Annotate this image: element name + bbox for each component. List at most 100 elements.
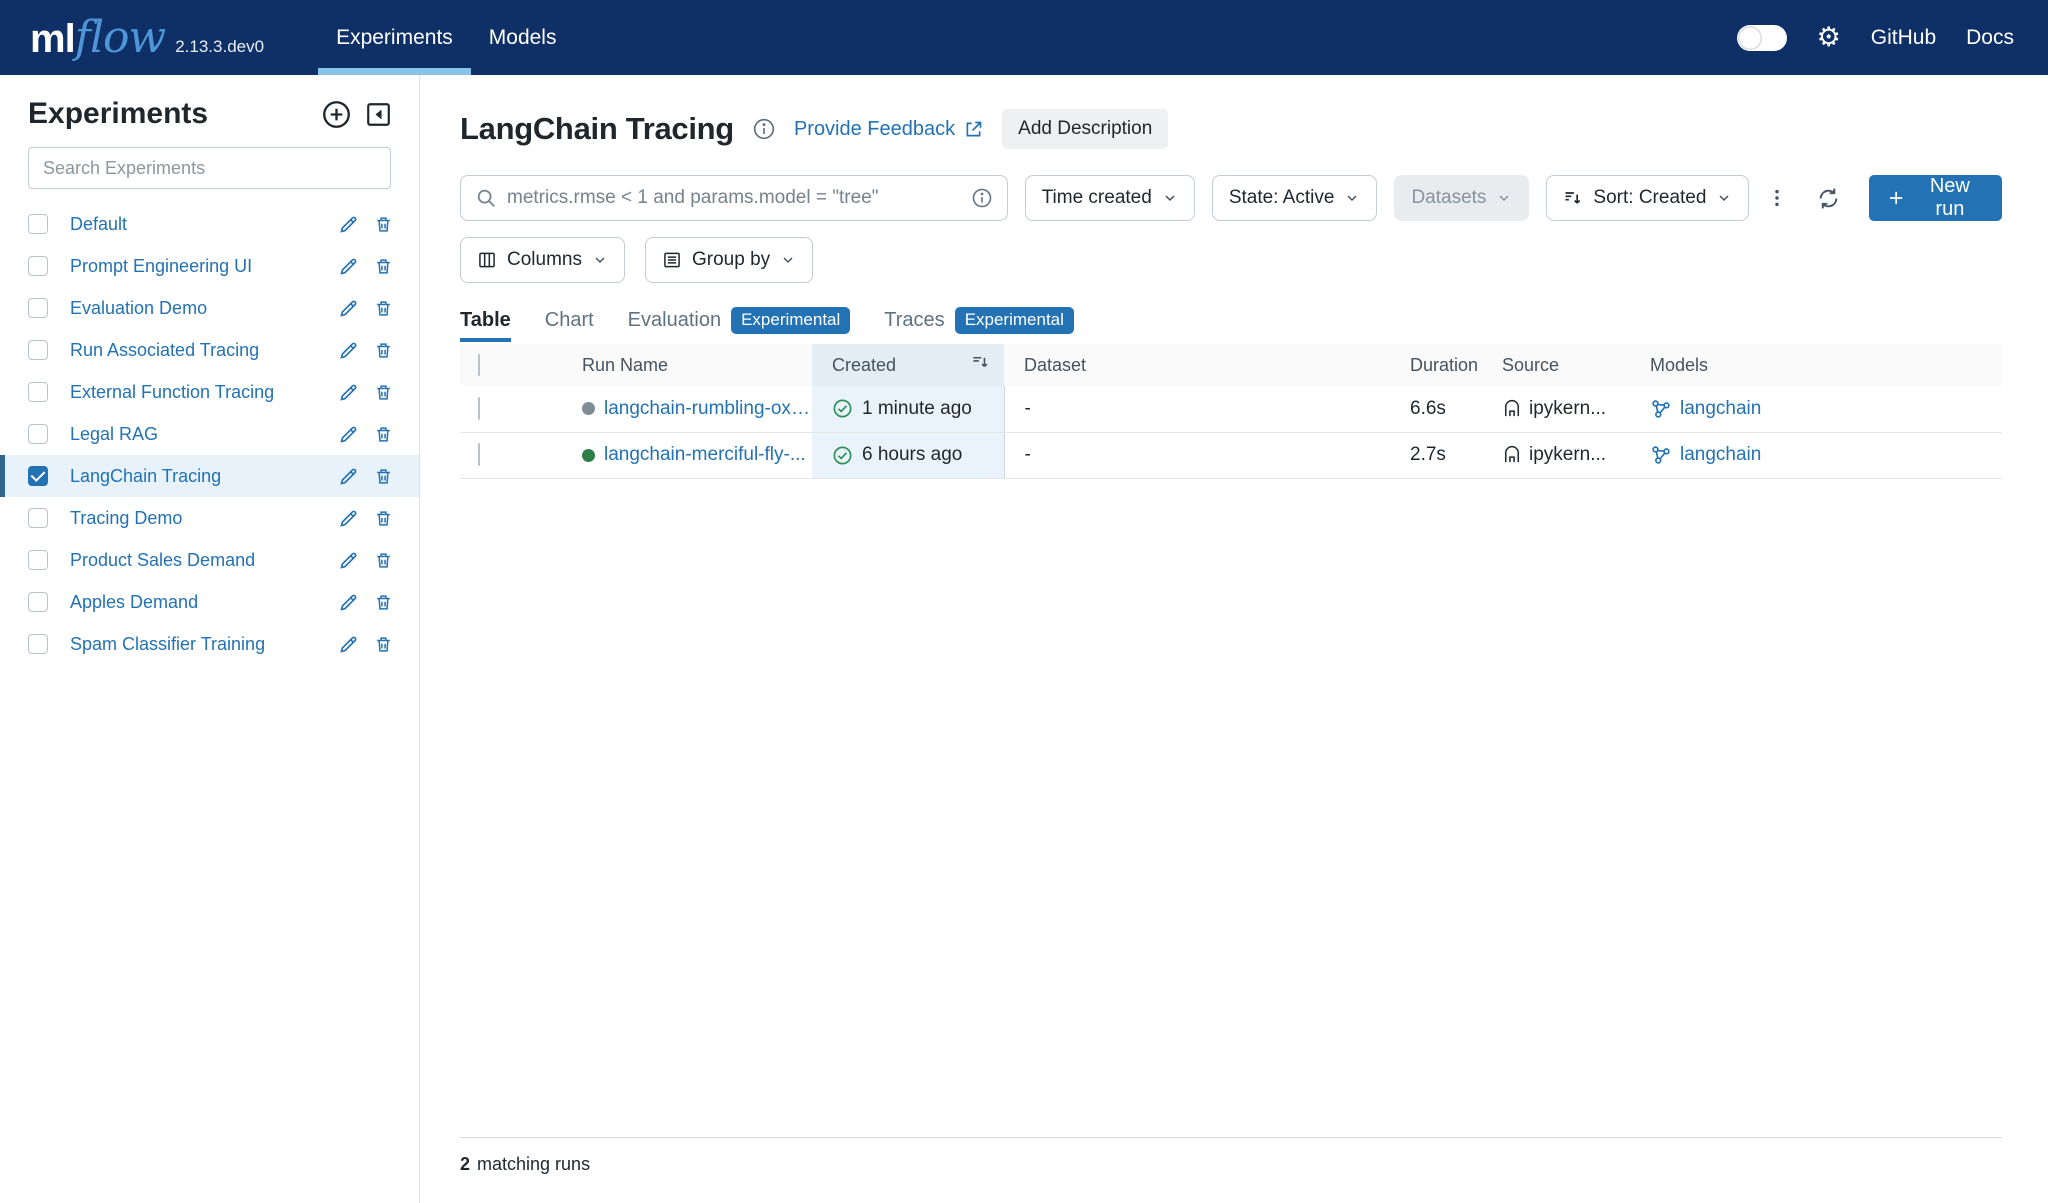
edit-icon[interactable]	[338, 424, 359, 445]
edit-icon[interactable]	[338, 256, 359, 277]
tab-chart[interactable]: Chart	[545, 309, 594, 342]
source-value[interactable]: ipykern...	[1529, 444, 1606, 466]
edit-icon[interactable]	[338, 508, 359, 529]
experiment-checkbox-checked[interactable]	[28, 466, 48, 486]
edit-icon[interactable]	[338, 340, 359, 361]
sidebar-item-product-sales-demand[interactable]: Product Sales Demand	[0, 539, 419, 581]
refresh-icon[interactable]	[1816, 186, 1841, 211]
delete-icon[interactable]	[374, 509, 393, 528]
sidebar-item-langchain-tracing[interactable]: LangChain Tracing	[0, 455, 419, 497]
model-link[interactable]: langchain	[1650, 444, 2002, 466]
new-experiment-icon[interactable]	[321, 99, 352, 130]
edit-icon[interactable]	[338, 382, 359, 403]
model-link[interactable]: langchain	[1650, 398, 2002, 420]
experiment-checkbox[interactable]	[28, 550, 48, 570]
sort-dropdown[interactable]: Sort: Created	[1546, 175, 1749, 221]
sidebar-title: Experiments	[28, 97, 208, 131]
nav-tab-models[interactable]: Models	[471, 0, 575, 75]
experiment-checkbox[interactable]	[28, 214, 48, 234]
edit-icon[interactable]	[338, 634, 359, 655]
runs-search-input[interactable]	[507, 187, 961, 209]
delete-icon[interactable]	[374, 425, 393, 444]
experiment-label[interactable]: Prompt Engineering UI	[70, 256, 252, 277]
sidebar-item-evaluation-demo[interactable]: Evaluation Demo	[0, 287, 419, 329]
run-name-link[interactable]: langchain-rumbling-ox-...	[604, 398, 812, 420]
experiment-checkbox[interactable]	[28, 298, 48, 318]
column-header-duration[interactable]: Duration	[1390, 344, 1490, 386]
info-icon[interactable]	[752, 117, 776, 141]
gear-icon[interactable]: ⚙	[1817, 24, 1841, 51]
theme-toggle[interactable]	[1737, 25, 1787, 51]
delete-icon[interactable]	[374, 467, 393, 486]
row-checkbox[interactable]	[478, 443, 480, 466]
sort-descending-icon[interactable]	[971, 353, 990, 372]
tab-evaluation[interactable]: Evaluation Experimental	[628, 307, 851, 344]
sidebar-item-default[interactable]: Default	[0, 203, 419, 245]
delete-icon[interactable]	[374, 341, 393, 360]
sidebar-item-external-function-tracing[interactable]: External Function Tracing	[0, 371, 419, 413]
experiment-checkbox[interactable]	[28, 382, 48, 402]
provide-feedback-link[interactable]: Provide Feedback	[794, 118, 984, 141]
experiment-label[interactable]: Legal RAG	[70, 424, 158, 445]
sidebar-item-prompt-engineering-ui[interactable]: Prompt Engineering UI	[0, 245, 419, 287]
experiment-checkbox[interactable]	[28, 256, 48, 276]
delete-icon[interactable]	[374, 635, 393, 654]
delete-icon[interactable]	[374, 215, 393, 234]
experiment-label[interactable]: Run Associated Tracing	[70, 340, 259, 361]
delete-icon[interactable]	[374, 551, 393, 570]
edit-icon[interactable]	[338, 466, 359, 487]
sidebar-item-run-associated-tracing[interactable]: Run Associated Tracing	[0, 329, 419, 371]
experiment-checkbox[interactable]	[28, 424, 48, 444]
add-description-button[interactable]: Add Description	[1002, 109, 1168, 149]
time-created-dropdown[interactable]: Time created	[1025, 175, 1195, 221]
tab-table[interactable]: Table	[460, 309, 511, 342]
experiment-label[interactable]: LangChain Tracing	[70, 466, 221, 487]
experiment-label[interactable]: Evaluation Demo	[70, 298, 207, 319]
docs-link[interactable]: Docs	[1966, 26, 2014, 50]
edit-icon[interactable]	[338, 550, 359, 571]
more-menu-icon[interactable]	[1766, 187, 1788, 209]
delete-icon[interactable]	[374, 593, 393, 612]
sidebar-item-legal-rag[interactable]: Legal RAG	[0, 413, 419, 455]
column-header-dataset[interactable]: Dataset	[1004, 344, 1390, 386]
column-header-created[interactable]: Created	[812, 344, 1004, 386]
group-by-dropdown[interactable]: Group by	[645, 237, 813, 283]
github-link[interactable]: GitHub	[1871, 26, 1936, 50]
experiment-checkbox[interactable]	[28, 508, 48, 528]
mlflow-logo[interactable]: mlflow 2.13.3.dev0	[30, 12, 264, 63]
tab-traces[interactable]: Traces Experimental	[884, 307, 1074, 344]
delete-icon[interactable]	[374, 257, 393, 276]
experiment-checkbox[interactable]	[28, 634, 48, 654]
source-value[interactable]: ipykern...	[1529, 398, 1606, 420]
run-name-link[interactable]: langchain-merciful-fly-...	[604, 444, 806, 466]
sidebar-item-spam-classifier-training[interactable]: Spam Classifier Training	[0, 623, 419, 665]
delete-icon[interactable]	[374, 299, 393, 318]
select-all-checkbox[interactable]	[478, 354, 480, 376]
delete-icon[interactable]	[374, 383, 393, 402]
experiment-label[interactable]: Spam Classifier Training	[70, 634, 265, 655]
new-run-button[interactable]: New run	[1869, 175, 2002, 221]
nav-tab-experiments[interactable]: Experiments	[318, 0, 471, 75]
experiment-label[interactable]: Tracing Demo	[70, 508, 182, 529]
edit-icon[interactable]	[338, 592, 359, 613]
experiment-label[interactable]: Default	[70, 214, 127, 235]
duration-value: 2.7s	[1390, 432, 1490, 478]
edit-icon[interactable]	[338, 214, 359, 235]
experiment-label[interactable]: Product Sales Demand	[70, 550, 255, 571]
collapse-sidebar-icon[interactable]	[364, 100, 393, 129]
experiment-label[interactable]: External Function Tracing	[70, 382, 274, 403]
experiment-label[interactable]: Apples Demand	[70, 592, 198, 613]
query-info-icon[interactable]	[971, 187, 993, 209]
state-dropdown[interactable]: State: Active	[1212, 175, 1378, 221]
experiment-checkbox[interactable]	[28, 340, 48, 360]
column-header-source[interactable]: Source	[1490, 344, 1632, 386]
column-header-run-name[interactable]: Run Name	[560, 344, 812, 386]
sidebar-item-apples-demand[interactable]: Apples Demand	[0, 581, 419, 623]
columns-dropdown[interactable]: Columns	[460, 237, 625, 283]
search-experiments-input[interactable]	[28, 147, 391, 189]
column-header-models[interactable]: Models	[1632, 344, 2002, 386]
sidebar-item-tracing-demo[interactable]: Tracing Demo	[0, 497, 419, 539]
row-checkbox[interactable]	[478, 397, 480, 420]
edit-icon[interactable]	[338, 298, 359, 319]
experiment-checkbox[interactable]	[28, 592, 48, 612]
